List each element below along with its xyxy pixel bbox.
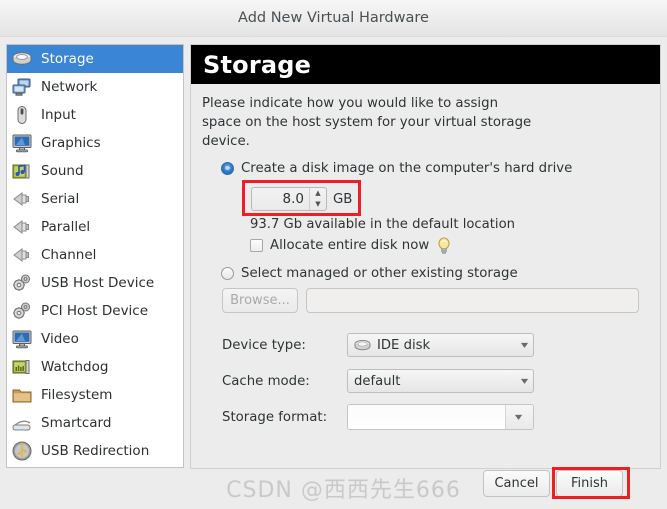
stepper-up-icon[interactable]: ▲ xyxy=(310,188,326,199)
storage-format-combo[interactable]: ▾ xyxy=(347,404,534,430)
radio-create-disk-image-label: Create a disk image on the computer's ha… xyxy=(241,161,573,176)
available-space-text: 93.7 Gb available in the default locatio… xyxy=(250,217,516,232)
sidebar-item-label: PCI Host Device xyxy=(41,303,149,319)
radio-existing-storage-indicator[interactable] xyxy=(221,267,234,280)
sidebar-item-input[interactable]: Input xyxy=(7,101,183,129)
network-icon xyxy=(12,78,31,96)
stepper-down-icon[interactable]: ▼ xyxy=(310,199,326,210)
storage-options-form: Device type: IDE disk ▾ Cache mode: defa… xyxy=(222,332,649,430)
cancel-button[interactable]: Cancel xyxy=(483,470,550,497)
allocate-entire-disk-checkbox[interactable] xyxy=(250,239,263,252)
sidebar-item-label: USB Redirection xyxy=(41,443,150,459)
disk-size-group: 8.0 ▲ ▼ GB xyxy=(251,187,352,211)
window-title: Add New Virtual Hardware xyxy=(238,10,429,26)
video-monitor-icon xyxy=(12,330,32,349)
hardware-category-list[interactable]: Storage Network Input Graphics Sound Serial Pa… xyxy=(6,44,184,468)
sidebar-item-serial[interactable]: Serial xyxy=(7,185,183,213)
sidebar-item-label: Storage xyxy=(41,51,94,67)
panel-body: Please indicate how you would like to as… xyxy=(191,84,660,430)
monitor-icon xyxy=(12,134,32,153)
window-titlebar: Add New Virtual Hardware xyxy=(0,0,667,37)
cache-mode-label: Cache mode: xyxy=(222,373,310,389)
allocate-entire-disk-row[interactable]: Allocate entire disk now xyxy=(250,237,649,254)
serial-port-icon xyxy=(13,192,29,206)
storage-format-label: Storage format: xyxy=(222,409,328,425)
channel-port-icon xyxy=(13,248,29,262)
device-type-label: Device type: xyxy=(222,337,306,353)
cache-mode-value: default xyxy=(354,373,401,389)
sidebar-item-label: Smartcard xyxy=(41,415,112,431)
device-type-value: IDE disk xyxy=(377,337,431,353)
sidebar-item-label: Serial xyxy=(41,191,80,207)
sidebar-item-label: Video xyxy=(41,331,79,347)
mouse-icon xyxy=(17,106,27,124)
hard-disk-icon xyxy=(12,52,32,65)
device-type-row: Device type: IDE disk ▾ xyxy=(222,332,649,358)
chevron-down-icon[interactable]: ▾ xyxy=(521,340,528,351)
finish-button[interactable]: Finish xyxy=(556,470,623,497)
sidebar-item-graphics[interactable]: Graphics xyxy=(7,129,183,157)
panel-description: Please indicate how you would like to as… xyxy=(202,96,532,149)
smartcard-reader-icon xyxy=(12,420,31,431)
chevron-down-icon[interactable]: ▾ xyxy=(521,376,528,387)
sidebar-item-storage[interactable]: Storage xyxy=(7,45,183,73)
storage-path-input[interactable] xyxy=(306,288,639,313)
hard-disk-icon xyxy=(354,339,371,351)
sidebar-item-label: Network xyxy=(41,79,98,95)
sidebar-item-label: Graphics xyxy=(41,135,101,151)
dialog-content: Storage Network Input Graphics Sound Serial Pa… xyxy=(0,38,667,509)
sidebar-item-channel[interactable]: Channel xyxy=(7,241,183,269)
chevron-down-icon[interactable]: ▾ xyxy=(515,412,522,423)
sidebar-item-label: USB Host Device xyxy=(41,275,155,291)
sidebar-item-video[interactable]: Video xyxy=(7,325,183,353)
sidebar-item-smartcard[interactable]: Smartcard xyxy=(7,409,183,437)
device-type-dropdown[interactable]: IDE disk ▾ xyxy=(347,333,534,357)
gears-icon xyxy=(13,274,30,291)
usb-icon xyxy=(12,441,32,461)
browse-button[interactable]: Browse... xyxy=(222,288,298,313)
sidebar-item-label: Channel xyxy=(41,247,97,263)
disk-size-area: 8.0 ▲ ▼ GB xyxy=(242,180,649,216)
sidebar-item-parallel[interactable]: Parallel xyxy=(7,213,183,241)
sidebar-item-network[interactable]: Network xyxy=(7,73,183,101)
allocate-entire-disk-label: Allocate entire disk now xyxy=(270,238,430,253)
cache-mode-row: Cache mode: default ▾ xyxy=(222,368,649,394)
dialog-footer: Cancel Finish xyxy=(0,467,667,509)
sound-card-icon xyxy=(12,164,30,179)
sidebar-item-watchdog[interactable]: Watchdog xyxy=(7,353,183,381)
sidebar-item-label: Watchdog xyxy=(41,359,109,375)
storage-format-dropdown-button[interactable]: ▾ xyxy=(505,405,533,429)
pci-card-icon xyxy=(12,360,30,374)
storage-panel: Storage Please indicate how you would li… xyxy=(190,44,661,469)
parallel-port-icon xyxy=(13,220,29,234)
disk-size-stepper[interactable]: 8.0 ▲ ▼ xyxy=(251,187,327,211)
lightbulb-icon xyxy=(438,237,450,254)
sidebar-item-pci-host-device[interactable]: PCI Host Device xyxy=(7,297,183,325)
panel-title: Storage xyxy=(203,50,312,79)
sidebar-item-label: Input xyxy=(41,107,76,123)
sidebar-item-usb-host-device[interactable]: USB Host Device xyxy=(7,269,183,297)
storage-format-row: Storage format: ▾ xyxy=(222,404,649,430)
cache-mode-dropdown[interactable]: default ▾ xyxy=(347,369,534,393)
panel-header: Storage xyxy=(191,45,660,84)
radio-existing-storage-label: Select managed or other existing storage xyxy=(241,266,518,281)
radio-existing-storage[interactable]: Select managed or other existing storage xyxy=(221,266,649,281)
sidebar-item-sound[interactable]: Sound xyxy=(7,157,183,185)
sidebar-item-label: Parallel xyxy=(41,219,91,235)
sidebar-item-filesystem[interactable]: Filesystem xyxy=(7,381,183,409)
sidebar-item-usb-redirection[interactable]: USB Redirection xyxy=(7,437,183,465)
disk-size-unit-label: GB xyxy=(333,191,353,207)
radio-create-disk-image-indicator[interactable] xyxy=(221,162,234,175)
folder-icon xyxy=(12,389,32,403)
disk-size-input[interactable]: 8.0 xyxy=(252,188,309,210)
disk-size-stepper-buttons[interactable]: ▲ ▼ xyxy=(309,188,326,210)
existing-storage-row: Browse... xyxy=(222,288,649,313)
sidebar-item-label: Sound xyxy=(41,163,84,179)
radio-create-disk-image[interactable]: Create a disk image on the computer's ha… xyxy=(221,161,649,176)
gears-icon xyxy=(13,302,30,319)
storage-format-input[interactable] xyxy=(348,405,505,429)
sidebar-item-label: Filesystem xyxy=(41,387,113,403)
